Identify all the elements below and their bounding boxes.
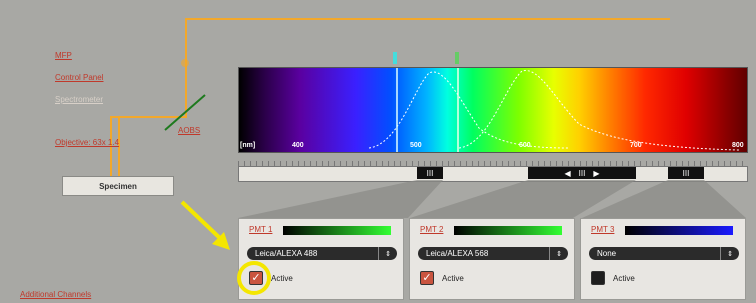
slider-handle-3[interactable]: III bbox=[668, 167, 704, 179]
pmt-1-dye-select[interactable]: Leica/ALEXA 488 ⇕ bbox=[247, 247, 397, 260]
pmt-3-color-bar bbox=[625, 226, 733, 235]
left-arrow-icon[interactable]: ◀ bbox=[565, 169, 571, 178]
pmt-3-active-checkbox[interactable] bbox=[591, 271, 605, 285]
beam-dot-mfp bbox=[181, 59, 189, 67]
laser-marker-488[interactable] bbox=[393, 52, 397, 64]
additional-channels-link[interactable]: Additional Channels bbox=[20, 290, 91, 299]
right-arrow-icon[interactable]: ▶ bbox=[593, 169, 599, 178]
spectrum-display bbox=[238, 67, 748, 153]
tick-600: 600 bbox=[519, 142, 531, 149]
tick-700: 700 bbox=[630, 142, 642, 149]
pmt-1-color-bar bbox=[283, 226, 391, 235]
beam-line-top bbox=[185, 18, 670, 20]
pmt-2-title[interactable]: PMT 2 bbox=[420, 225, 443, 234]
pmt-2-color-bar bbox=[454, 226, 562, 235]
dropdown-arrow-icon: ⇕ bbox=[378, 247, 397, 260]
pmt-3-dye-select[interactable]: None ⇕ bbox=[589, 247, 739, 260]
handle-grip-2: III bbox=[578, 168, 586, 178]
aobs-link[interactable]: AOBS bbox=[178, 126, 200, 135]
unit-label: [nm] bbox=[240, 142, 256, 149]
checkmark-icon: ✓ bbox=[422, 272, 432, 284]
dropdown-arrow-icon: ⇕ bbox=[549, 247, 568, 260]
range-funnel bbox=[238, 180, 746, 218]
pmt-3-dye-value: None bbox=[597, 249, 617, 258]
pmt-1-dye-value: Leica/ALEXA 488 bbox=[255, 249, 318, 258]
emission-curves bbox=[368, 68, 740, 152]
pmt-panel-2: PMT 2 Leica/ALEXA 568 ⇕ ✓ Active bbox=[409, 218, 575, 300]
objective-link[interactable]: Objective: 63x 1.4 bbox=[55, 138, 119, 147]
pmt-2-active-checkbox[interactable]: ✓ bbox=[420, 271, 434, 285]
annotation-circle bbox=[237, 261, 271, 295]
pmt-1-active-label: Active bbox=[271, 274, 293, 283]
wavelength-ruler bbox=[238, 154, 746, 166]
slider-handle-1[interactable]: III bbox=[417, 167, 443, 179]
pmt-3-active-label: Active bbox=[613, 274, 635, 283]
annotation-arrow-icon bbox=[180, 200, 230, 250]
slider-handle-2[interactable]: ◀ III ▶ bbox=[528, 167, 636, 179]
pmt-1-title[interactable]: PMT 1 bbox=[249, 225, 272, 234]
pmt-2-active-label: Active bbox=[442, 274, 464, 283]
pmt-2-dye-value: Leica/ALEXA 568 bbox=[426, 249, 489, 258]
pmt-2-dye-select[interactable]: Leica/ALEXA 568 ⇕ bbox=[418, 247, 568, 260]
pmt-3-title[interactable]: PMT 3 bbox=[591, 225, 614, 234]
dropdown-arrow-icon: ⇕ bbox=[720, 247, 739, 260]
specimen-box: Specimen bbox=[62, 176, 174, 196]
tick-400: 400 bbox=[292, 142, 304, 149]
specimen-label: Specimen bbox=[99, 181, 137, 191]
control-panel-link[interactable]: Control Panel bbox=[55, 73, 103, 82]
tick-500: 500 bbox=[410, 142, 422, 149]
handle-grip-3: III bbox=[682, 168, 690, 178]
mfp-link[interactable]: MFP bbox=[55, 51, 72, 60]
pmt-panel-3: PMT 3 None ⇕ Active bbox=[580, 218, 746, 300]
laser-marker-561[interactable] bbox=[455, 52, 459, 64]
spectrometer-link[interactable]: Spectrometer bbox=[55, 95, 103, 104]
handle-grip-1: III bbox=[426, 168, 434, 178]
tick-800: 800 bbox=[732, 142, 744, 149]
